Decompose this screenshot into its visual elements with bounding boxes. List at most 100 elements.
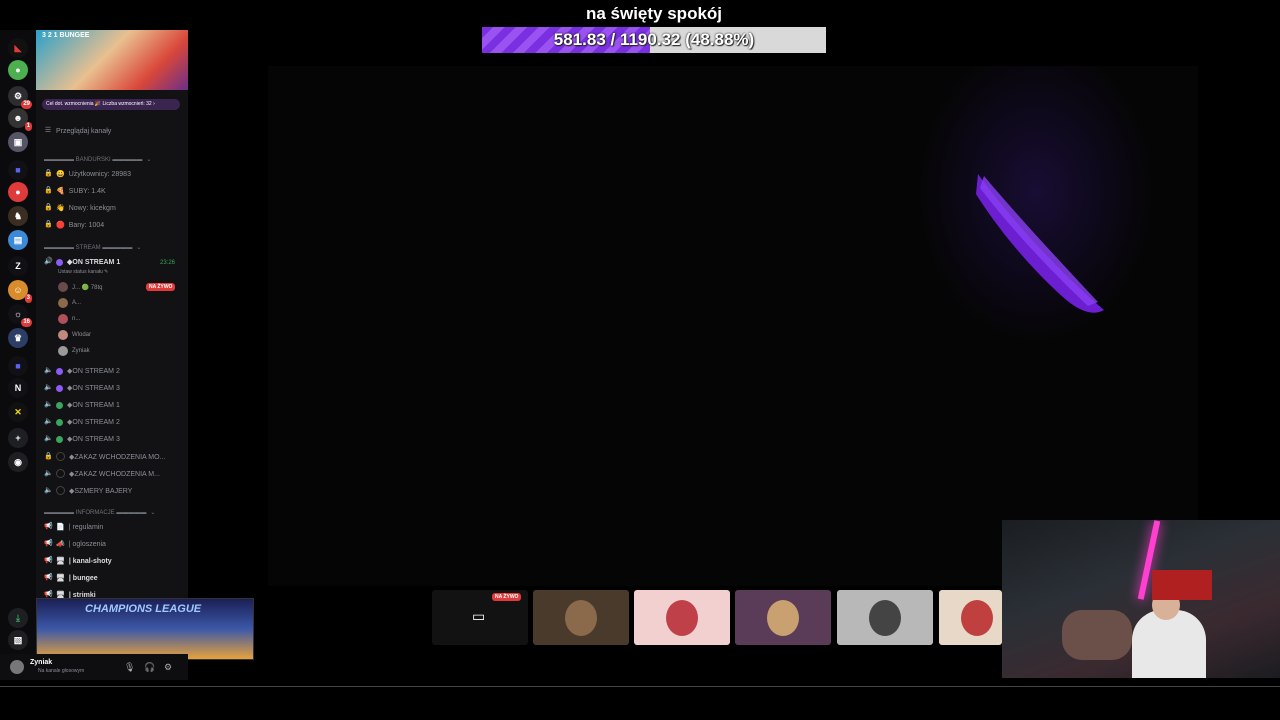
- voice-channel[interactable]: 🔈 ◆ZAKAZ WCHODZENIA M...: [44, 469, 160, 478]
- server-icon[interactable]: ●: [8, 182, 28, 202]
- lock-icon: 🔒: [44, 187, 53, 194]
- voice-member[interactable]: J... 🟢 78tq: [58, 282, 102, 292]
- server-rail: ◣ ● ⚙ 29 ☻ 1 ▣ ■ ● ♞ ▤ Z ☺ 3 ☼ 16 ♛ ■ N ✕ + …: [0, 30, 36, 680]
- chair: [1152, 570, 1212, 600]
- user-status: Na kanale głosowym: [38, 668, 85, 674]
- lock-icon: 🔒: [44, 452, 53, 460]
- server-icon[interactable]: ▣: [8, 132, 28, 152]
- voice-channel[interactable]: 🔒 ◆ZAKAZ WCHODZENIA MO...: [44, 452, 165, 461]
- emoji: 📄: [56, 524, 65, 531]
- stat-emoji: 😀: [56, 171, 65, 178]
- category-stream[interactable]: ▬▬▬▬▬ STREAM ▬▬▬▬▬ ⌄: [44, 244, 141, 252]
- speaker-icon: 🔈: [44, 486, 53, 494]
- server-icon[interactable]: ▤: [8, 230, 28, 250]
- voice-channel[interactable]: 🔈 ◆ON STREAM 3: [44, 384, 120, 392]
- list-icon: ☰: [44, 127, 52, 134]
- server-icon[interactable]: ☺ 3: [8, 280, 32, 303]
- voice-channel[interactable]: 🔈 ◆ON STREAM 2: [44, 418, 120, 426]
- chevron-down-icon: ⌄: [150, 510, 156, 516]
- f1-server-icon[interactable]: ◣: [8, 38, 28, 58]
- voice-channel[interactable]: 🔈 ◆ON STREAM 2: [44, 367, 120, 375]
- status-dot: [56, 367, 63, 375]
- user-panel: Zyniak Na kanale głosowym 🎙 🎧 ⚙: [0, 654, 188, 680]
- text-channel[interactable]: 📢 🖥 | kanal-shoty: [44, 557, 112, 565]
- status-dot: [56, 384, 63, 392]
- image-icon[interactable]: ▧: [8, 630, 28, 650]
- voice-channel-name: ◆ON STREAM 1: [67, 259, 121, 266]
- gear-icon[interactable]: ⚙: [164, 662, 172, 673]
- channel-status[interactable]: Ustaw status kanału ✎: [58, 269, 108, 275]
- text-channel-name: | kanal-shoty: [68, 557, 112, 565]
- stat-label: Użytkownicy: 28983: [68, 170, 131, 178]
- participant-tile[interactable]: [634, 590, 730, 645]
- avatar: [565, 600, 597, 636]
- user-avatar[interactable]: [10, 660, 24, 674]
- voice-channel[interactable]: 🔈 ◆ON STREAM 3: [44, 435, 120, 443]
- streamer: [1132, 610, 1206, 678]
- participant-tile[interactable]: [735, 590, 831, 645]
- overlay-title: na święty spokój: [585, 4, 723, 23]
- lock-icon: 🔒: [44, 204, 53, 211]
- category-bandurski[interactable]: ▬▬▬▬▬ BANDURSKI ▬▬▬▬▬ ⌄: [44, 156, 151, 164]
- speaker-icon: 🔈: [44, 367, 53, 374]
- category-label: ▬▬▬▬▬ STREAM ▬▬▬▬▬: [44, 244, 133, 251]
- user-name[interactable]: Zyniak: [30, 659, 52, 666]
- voice-channel-name: ◆ON STREAM 3: [67, 385, 120, 392]
- boost-goal[interactable]: Cel dot. wzmocnienia 🎉 Liczba wzmocnień:…: [42, 99, 180, 110]
- live-badge: NA ŻYWO: [492, 593, 522, 601]
- voice-member[interactable]: Zyniak: [58, 346, 90, 356]
- voice-channel-name: ◆ON STREAM 2: [67, 368, 120, 375]
- stat-channel[interactable]: 🔒 😀 Użytkownicy: 28983: [44, 170, 131, 178]
- category-label: ▬▬▬▬▬ INFORMACJE ▬▬▬▬▬: [44, 509, 147, 516]
- member-name: n...: [72, 316, 81, 322]
- screen-share-tile[interactable]: NA ŻYWO ▭: [432, 590, 528, 645]
- add-server-icon[interactable]: +: [8, 428, 28, 448]
- participant-tile[interactable]: [533, 590, 629, 645]
- apple-server-icon[interactable]: ●: [8, 60, 28, 80]
- server-icon[interactable]: N: [8, 378, 28, 398]
- voice-member[interactable]: A...: [58, 298, 81, 308]
- stat-emoji: 👋: [56, 205, 65, 212]
- text-channel[interactable]: 📢 📣 | ogloszenia: [44, 540, 106, 548]
- category-informacje[interactable]: ▬▬▬▬▬ INFORMACJE ▬▬▬▬▬ ⌄: [44, 509, 156, 517]
- server-icon[interactable]: ♞: [8, 206, 28, 226]
- webcam-feed: [1002, 520, 1280, 678]
- browse-channels[interactable]: ☰ Przeglądaj kanały: [44, 127, 111, 135]
- stat-channel[interactable]: 🔒 🛑 Bany: 1004: [44, 221, 104, 229]
- stat-channel[interactable]: 🔒 👋 Nowy: kicekgm: [44, 204, 116, 212]
- text-channel[interactable]: 📢 📄 | regulamin: [44, 523, 103, 531]
- unread-badge: 3: [24, 294, 32, 303]
- participant-tile[interactable]: [939, 590, 1002, 645]
- text-channel[interactable]: 📢 🖥 | bungee: [44, 574, 98, 582]
- live-badge: NA ŻYWO: [146, 283, 176, 291]
- server-icon[interactable]: Z: [8, 256, 28, 276]
- server-banner[interactable]: 3 2 1 BUNGEE: [36, 30, 188, 90]
- download-icon[interactable]: ⤓: [8, 608, 28, 628]
- server-name[interactable]: 3 2 1 BUNGEE: [42, 32, 89, 39]
- microphone-icon[interactable]: 🎙: [124, 662, 135, 673]
- server-icon[interactable]: ♛: [8, 328, 28, 348]
- status-dot: [56, 469, 65, 478]
- voice-channel-active[interactable]: 🔊 ◆ON STREAM 1: [44, 258, 120, 266]
- folder-icon[interactable]: ■: [8, 356, 28, 376]
- headphones-icon[interactable]: 🎧: [144, 662, 155, 673]
- stream-stage[interactable]: [268, 66, 1198, 586]
- server-icon[interactable]: ☻ 1: [8, 108, 32, 131]
- voice-channel-name: ◆SZMERY BAJERY: [69, 487, 133, 495]
- voice-channel[interactable]: 🔈 ◆ON STREAM 1: [44, 401, 120, 409]
- folder-icon[interactable]: ■: [8, 160, 28, 180]
- voice-member[interactable]: Wlodar: [58, 330, 91, 340]
- stat-channel[interactable]: 🔒 🍕 SUBY: 1.4K: [44, 187, 106, 195]
- server-icon[interactable]: ⚙ 29: [8, 86, 32, 109]
- text-channel-name: | bungee: [68, 574, 98, 582]
- avatar: [961, 600, 993, 636]
- participant-tile[interactable]: [837, 590, 933, 645]
- x-server-icon[interactable]: ✕: [8, 402, 28, 422]
- emoji: 🖥: [56, 558, 65, 565]
- member-name: A...: [72, 300, 82, 306]
- server-icon[interactable]: ☼ 16: [8, 304, 32, 327]
- voice-channel[interactable]: 🔈 ◆SZMERY BAJERY: [44, 486, 132, 495]
- voice-member[interactable]: n...: [58, 314, 80, 324]
- discover-icon[interactable]: ◉: [8, 452, 28, 472]
- stat-label: Nowy: kicekgm: [68, 204, 116, 212]
